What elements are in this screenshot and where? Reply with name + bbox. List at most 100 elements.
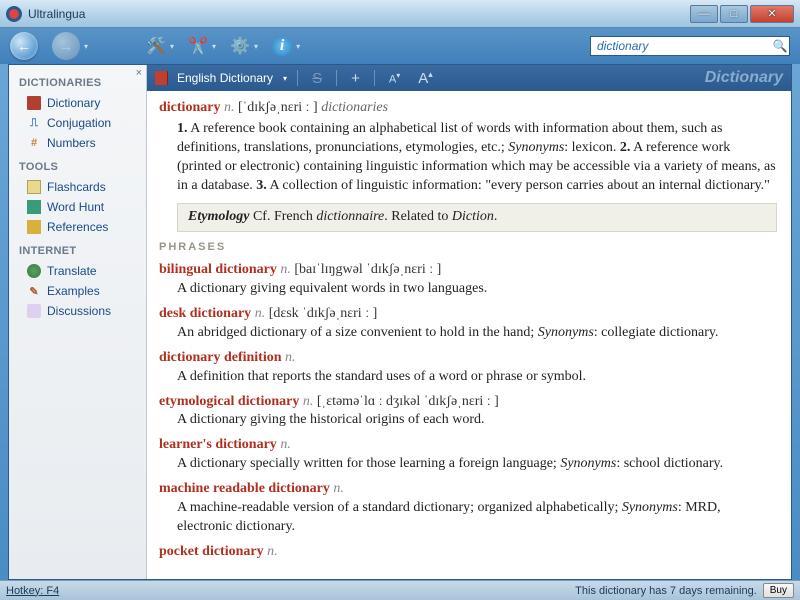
arrow-right-icon: → — [59, 38, 73, 54]
pronunciation: [dɛsk ˈdɪkʃəˌnɛri ː ] — [269, 306, 378, 321]
forward-button[interactable]: → — [52, 32, 80, 60]
sidebar-header-tools: TOOLS — [9, 153, 146, 177]
entry-area[interactable]: dictionary n. [ˈdɪkʃəˌnɛri ː ] dictionar… — [147, 91, 791, 579]
window-buttons: — □ ✕ — [690, 5, 794, 23]
sidebar-item-translate[interactable]: Translate — [9, 261, 146, 281]
dictionary-icon — [155, 71, 167, 85]
sidebar-item-references[interactable]: References — [9, 217, 146, 237]
app-icon — [6, 6, 22, 22]
arrow-left-icon: ← — [17, 38, 31, 54]
chevron-down-icon[interactable]: ▾ — [283, 74, 287, 83]
content-title: Dictionary — [705, 69, 783, 87]
pronunciation: [ˌɛtəməˈlɑ ː dʒɪkəl ˈdɪkʃəˌnɛri ː ] — [317, 394, 499, 409]
part-of-speech: n. — [255, 306, 266, 321]
phrase-definition: A definition that reports the standard u… — [177, 368, 777, 387]
statusbar-right: This dictionary has 7 days remaining. Bu… — [575, 583, 794, 598]
numbers-icon: # — [27, 136, 41, 150]
tools-dropdown-icon[interactable]: ▾ — [170, 42, 174, 51]
part-of-speech: n. — [224, 100, 235, 115]
inflections: dictionaries — [321, 100, 388, 115]
close-button[interactable]: ✕ — [750, 5, 794, 23]
synonyms-label: Synonyms — [508, 140, 564, 155]
examples-icon: ✎ — [27, 284, 41, 298]
phrase-headword: bilingual dictionary — [159, 262, 277, 277]
part-of-speech: n. — [285, 350, 296, 365]
sidebar-item-numbers[interactable]: # Numbers — [9, 133, 146, 153]
sidebar-item-dictionary[interactable]: Dictionary — [9, 93, 146, 113]
phrase-entry: machine readable dictionary n. A machine… — [159, 480, 777, 537]
sidebar-item-examples[interactable]: ✎ Examples — [9, 281, 146, 301]
nav-dropdown-icon[interactable]: ▾ — [84, 42, 88, 51]
headword: dictionary — [159, 100, 220, 115]
titlebar: Ultralingua — □ ✕ — [0, 0, 800, 28]
phrase-headword: pocket dictionary — [159, 544, 264, 559]
phrase-entry: etymological dictionary n. [ˌɛtəməˈlɑ ː … — [159, 393, 777, 431]
sidebar-item-discussions[interactable]: Discussions — [9, 301, 146, 321]
sidebar-item-label: References — [47, 220, 108, 234]
cut-icon[interactable]: ✂️ — [188, 36, 208, 56]
synonyms-label: Synonyms — [622, 500, 678, 515]
statusbar: Hotkey: F4 This dictionary has 7 days re… — [0, 580, 800, 600]
translate-icon — [27, 264, 41, 278]
part-of-speech: n. — [333, 481, 344, 496]
search-input[interactable] — [591, 39, 771, 53]
sidebar-item-flashcards[interactable]: Flashcards — [9, 177, 146, 197]
current-dictionary-name[interactable]: English Dictionary — [177, 71, 273, 85]
phrase-definition: A dictionary specially written for those… — [177, 455, 777, 474]
phrase-definition: A machine-readable version of a standard… — [177, 499, 777, 537]
search-icon[interactable]: 🔍 — [771, 39, 789, 53]
font-decrease-button[interactable]: A▾ — [385, 71, 404, 86]
synonyms-label: Synonyms — [538, 325, 594, 340]
sidebar-item-label: Word Hunt — [47, 200, 104, 214]
add-button[interactable]: + — [347, 70, 364, 87]
phrases-list: bilingual dictionary n. [baɪˈlɪŋgwəl ˈdɪ… — [159, 261, 777, 561]
separator — [374, 70, 375, 86]
phrase-entry: dictionary definition n. A definition th… — [159, 349, 777, 387]
toolbar: ← → ▾ 🛠️ ▾ ✂️ ▾ ⚙️ ▾ i ▾ 🔍 — [0, 28, 800, 64]
info-icon[interactable]: i — [272, 36, 292, 56]
info-dropdown-icon[interactable]: ▾ — [296, 42, 300, 51]
hotkey-label[interactable]: Hotkey: F4 — [6, 585, 59, 597]
main-entry: dictionary n. [ˈdɪkʃəˌnɛri ː ] dictionar… — [159, 99, 777, 118]
buy-button[interactable]: Buy — [763, 583, 794, 598]
phrase-definition: An abridged dictionary of a size conveni… — [177, 324, 777, 343]
minimize-button[interactable]: — — [690, 5, 718, 23]
synonyms-label: Synonyms — [560, 456, 616, 471]
search-box[interactable]: 🔍 — [590, 36, 790, 56]
content-header: English Dictionary ▾ S + A▾ A▴ Dictionar… — [147, 65, 791, 91]
phrase-entry: bilingual dictionary n. [baɪˈlɪŋgwəl ˈdɪ… — [159, 261, 777, 299]
phrases-header: PHRASES — [159, 240, 777, 255]
sidebar-item-label: Dictionary — [47, 96, 100, 110]
sidebar-item-label: Translate — [47, 264, 97, 278]
references-icon — [27, 220, 41, 234]
sidebar-item-label: Examples — [47, 284, 100, 298]
phrase-entry: pocket dictionary n. — [159, 543, 777, 562]
synonyms-text: : lexicon. — [564, 140, 620, 155]
etymology-word: dictionnaire — [316, 209, 384, 224]
conjugation-icon: ⎍ — [27, 116, 41, 130]
maximize-button[interactable]: □ — [720, 5, 748, 23]
sidebar-header-dictionaries: DICTIONARIES — [9, 69, 146, 93]
sidebar-item-conjugation[interactable]: ⎍Conjugation — [9, 113, 146, 133]
sense-number: 2. — [620, 140, 631, 155]
tools-icon[interactable]: 🛠️ — [146, 36, 166, 56]
gear-icon[interactable]: ⚙️ — [230, 36, 250, 56]
etymology-text: . Related to — [384, 209, 452, 224]
sidebar-header-internet: INTERNET — [9, 237, 146, 261]
flashcards-icon — [27, 180, 41, 194]
phrase-headword: machine readable dictionary — [159, 481, 330, 496]
sidebar-item-label: Numbers — [47, 136, 96, 150]
cut-dropdown-icon[interactable]: ▾ — [212, 42, 216, 51]
strikethrough-button[interactable]: S — [308, 70, 326, 87]
separator — [336, 70, 337, 86]
phrase-headword: dictionary definition — [159, 350, 282, 365]
sidebar-item-label: Discussions — [47, 304, 111, 318]
sidebar-close-icon[interactable]: × — [136, 67, 142, 79]
sidebar-item-word-hunt[interactable]: Word Hunt — [9, 197, 146, 217]
part-of-speech: n. — [267, 544, 278, 559]
gear-dropdown-icon[interactable]: ▾ — [254, 42, 258, 51]
phrase-definition: A dictionary giving the historical origi… — [177, 411, 777, 430]
back-button[interactable]: ← — [10, 32, 38, 60]
font-increase-button[interactable]: A▴ — [414, 69, 437, 87]
pronunciation: [ˈdɪkʃəˌnɛri ː ] — [238, 100, 318, 115]
